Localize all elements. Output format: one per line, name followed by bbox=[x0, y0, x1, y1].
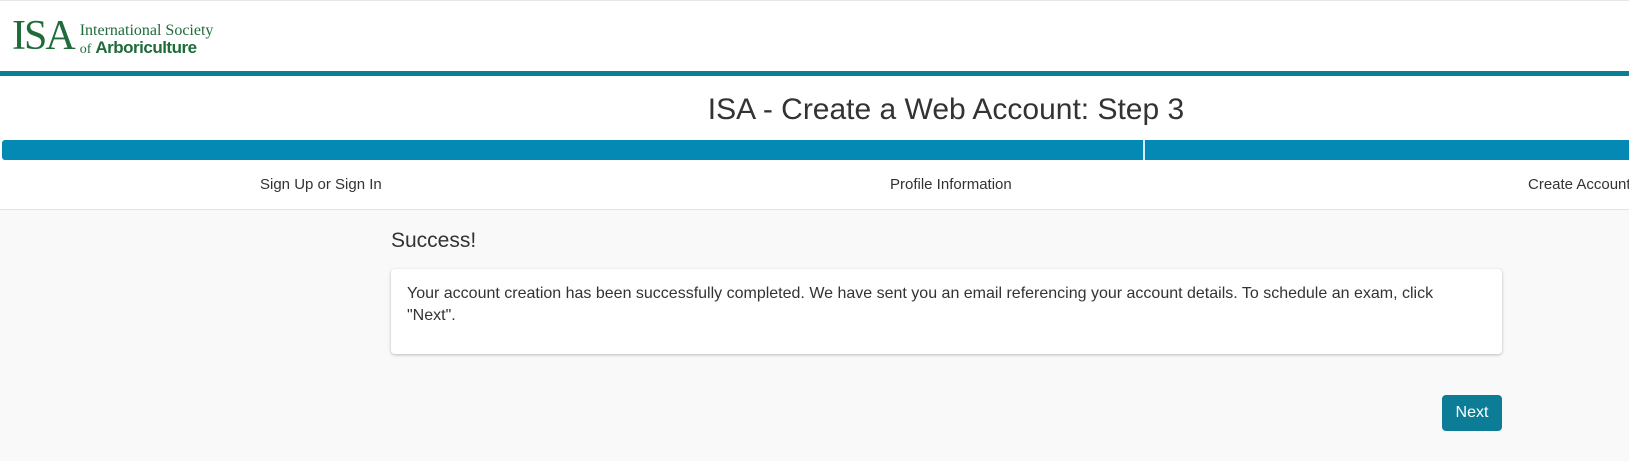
logo-mark: ISA bbox=[12, 13, 76, 59]
wizard-header: ISA - Create a Web Account: Step 3 Sign … bbox=[0, 76, 1629, 210]
logo-wordmark: International Society of Arboriculture bbox=[80, 22, 214, 58]
isa-logo[interactable]: ISA International Society of Arboricultu… bbox=[12, 15, 213, 58]
progress-step-marker bbox=[1143, 140, 1145, 160]
logo-of: of bbox=[79, 42, 92, 57]
success-message: Your account creation has been successfu… bbox=[407, 285, 1434, 324]
wizard-step-sign-in: Sign Up or Sign In bbox=[260, 176, 382, 193]
success-heading: Success! bbox=[391, 229, 477, 252]
next-button[interactable]: Next bbox=[1442, 395, 1502, 431]
logo-arboriculture: Arboriculture bbox=[95, 38, 197, 57]
logo-line-2: of Arboriculture bbox=[80, 39, 214, 58]
wizard-progress-bar bbox=[2, 140, 1629, 160]
logo-line-1: International Society bbox=[79, 22, 214, 39]
page-title: ISA - Create a Web Account: Step 3 bbox=[707, 93, 1185, 126]
success-message-card: Your account creation has been successfu… bbox=[391, 269, 1502, 354]
wizard-step-profile: Profile Information bbox=[890, 176, 1012, 193]
wizard-step-create-account: Create Account bbox=[1528, 176, 1629, 193]
site-header: ISA International Society of Arboricultu… bbox=[0, 0, 1629, 71]
